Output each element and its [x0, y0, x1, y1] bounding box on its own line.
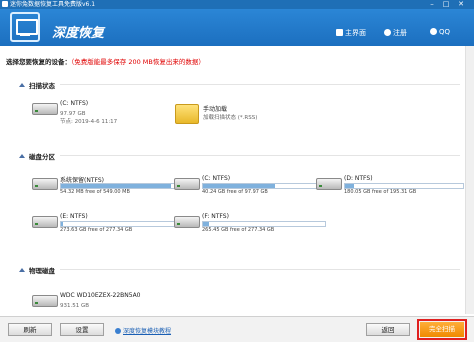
settings-button[interactable]: 设置 [60, 323, 104, 336]
free-limit-notice: （免费版能最多保存 200 MB恢复出来的数据） [71, 58, 205, 66]
nav-register[interactable]: 注册 [384, 28, 407, 38]
item-size: 97.97 GB [60, 111, 86, 117]
item-time: 节点: 2019-4-6 11:17 [60, 119, 118, 125]
scrollbar[interactable] [465, 46, 474, 314]
window-title: 迷你兔数据恢复工具免费版v6.1 [10, 1, 96, 8]
maximize-button[interactable]: □ [440, 0, 452, 9]
title-bar: 迷你兔数据恢复工具免费版v6.1 – □ ✕ [0, 0, 474, 9]
physical-disk-item[interactable]: WDC WD10EZEX-22BN5A0 931.51 GB [32, 292, 182, 312]
home-icon [336, 29, 343, 36]
usage-fill [61, 184, 171, 188]
section-physical-disks[interactable]: 物理磁盘 [19, 265, 55, 275]
minimize-button[interactable]: – [426, 0, 438, 9]
usage-text: 265.45 GB free of 277.34 GB [202, 227, 275, 233]
full-scan-button[interactable]: 完全扫描 [417, 319, 467, 340]
item-name: 手动加载 [203, 106, 228, 113]
item-name: WDC WD10EZEX-22BN5A0 [60, 292, 141, 299]
hard-drive-icon [32, 295, 58, 307]
divider [60, 84, 460, 85]
tutorial-label: 深度恢复模块教程 [123, 328, 172, 335]
usage-text: 54.32 MB free of 549.00 MB [60, 189, 130, 195]
qq-icon [430, 28, 437, 35]
monitor-logo-icon [10, 12, 40, 42]
usage-fill [345, 184, 355, 188]
item-name: (F: NTFS) [202, 213, 229, 220]
header-banner: 深度恢复 主界面 注册 QQ [0, 9, 474, 46]
usage-text: 40.24 GB free of 97.97 GB [202, 189, 268, 195]
section-title: 磁盘分区 [29, 153, 55, 161]
prompt-text: 选择您要恢复的设备： [6, 58, 71, 66]
hard-drive-icon [174, 216, 200, 228]
partition-item[interactable]: (C: NTFS) 40.24 GB free of 97.97 GB [174, 175, 326, 201]
hard-drive-icon [316, 178, 342, 190]
device-prompt: 选择您要恢复的设备：（免费版能最多保存 200 MB恢复出来的数据） [6, 56, 205, 66]
usage-text: 180.05 GB free of 195.31 GB [344, 189, 417, 195]
nav-home-label: 主界面 [345, 29, 366, 37]
app-icon [2, 1, 8, 7]
hard-drive-icon [32, 103, 58, 115]
nav-home[interactable]: 主界面 [336, 28, 366, 38]
user-icon [384, 29, 391, 36]
section-scan-state[interactable]: 扫描状态 [19, 80, 55, 90]
brand-title: 深度恢复 [52, 26, 105, 41]
usage-fill [61, 222, 64, 226]
divider [60, 269, 460, 270]
item-size: 931.51 GB [60, 303, 90, 309]
nav-qq-label: QQ [439, 28, 451, 36]
usage-fill [203, 222, 210, 226]
partition-item[interactable]: (E: NTFS) 273.63 GB free of 277.34 GB [32, 213, 184, 239]
refresh-button[interactable]: 刷新 [8, 323, 52, 336]
item-name: (D: NTFS) [344, 175, 373, 182]
partition-item[interactable]: (F: NTFS) 265.45 GB free of 277.34 GB [174, 213, 326, 239]
section-title: 物理磁盘 [29, 267, 55, 275]
collapse-chevron-icon [19, 83, 25, 87]
hard-drive-icon [32, 216, 58, 228]
collapse-chevron-icon [19, 154, 25, 158]
usage-text: 273.63 GB free of 277.34 GB [60, 227, 133, 233]
usage-fill [203, 184, 275, 188]
folder-icon [175, 104, 199, 124]
nav-register-label: 注册 [393, 29, 407, 37]
item-name: (C: NTFS) [60, 100, 89, 107]
footer-bar: 刷新 设置 深度恢复模块教程 返回 完全扫描 [0, 316, 474, 342]
section-partitions[interactable]: 磁盘分区 [19, 151, 55, 161]
hard-drive-icon [32, 178, 58, 190]
partition-item[interactable]: (D: NTFS) 180.05 GB free of 195.31 GB [316, 175, 466, 201]
scan-state-item-c[interactable]: (C: NTFS) 97.97 GB 节点: 2019-4-6 11:17 [32, 100, 162, 130]
divider [60, 155, 460, 156]
item-name: (E: NTFS) [60, 213, 88, 220]
item-name: (C: NTFS) [202, 175, 231, 182]
close-button[interactable]: ✕ [455, 0, 467, 9]
manual-load-item[interactable]: 手动加载 加载扫描状态 (*.RSS) [175, 104, 305, 130]
help-icon [115, 328, 121, 334]
item-details: 97.97 GB 节点: 2019-4-6 11:17 [60, 110, 117, 126]
collapse-chevron-icon [19, 268, 25, 272]
section-title: 扫描状态 [29, 82, 55, 90]
item-detail: 加载扫描状态 (*.RSS) [203, 115, 258, 121]
back-button[interactable]: 返回 [366, 323, 410, 336]
partition-item[interactable]: 系统保留(NTFS) 54.32 MB free of 549.00 MB [32, 175, 184, 201]
nav-qq[interactable]: QQ [430, 28, 450, 36]
hard-drive-icon [174, 178, 200, 190]
tutorial-link[interactable]: 深度恢复模块教程 [115, 326, 171, 335]
